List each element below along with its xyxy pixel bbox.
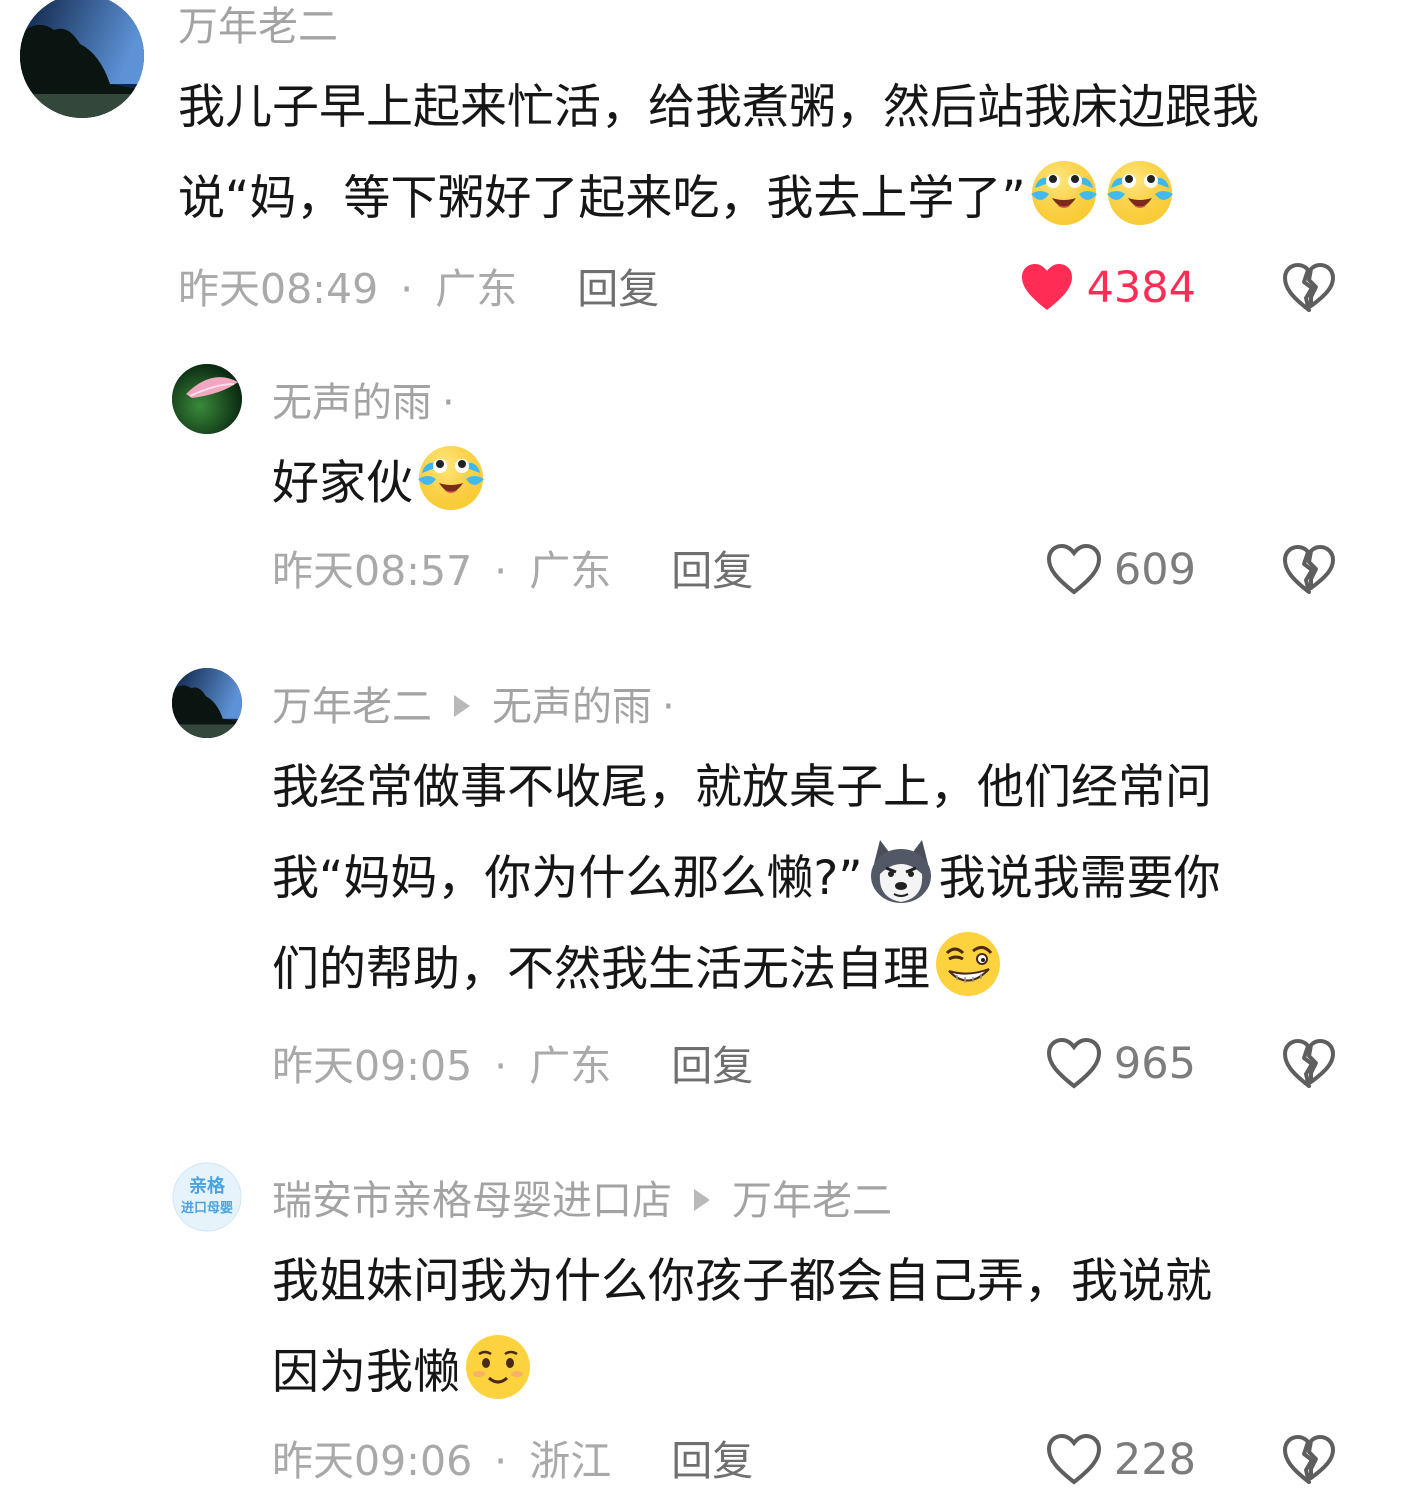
author-dot: · <box>442 380 455 426</box>
like-button[interactable]: 4384 <box>1019 260 1196 316</box>
location: 广东 <box>529 1042 612 1090</box>
comment-meta: 昨天08:57 · 广东 回复 <box>272 546 753 596</box>
reply-button[interactable]: 回复 <box>671 1042 753 1090</box>
meta-separator: · <box>494 547 508 595</box>
broken-heart-icon <box>1282 1434 1336 1486</box>
crying-laughing-emoji <box>414 439 488 513</box>
meta-separator: · <box>400 265 414 313</box>
avatar[interactable]: 亲格 进口母婴 <box>172 1162 242 1232</box>
reply-arrow-icon <box>694 1189 710 1211</box>
timestamp: 昨天09:05 <box>272 1042 473 1090</box>
smirk-emoji <box>931 925 1005 999</box>
reply-button[interactable]: 回复 <box>671 1437 753 1485</box>
timestamp: 昨天08:57 <box>272 547 473 595</box>
crying-laughing-emoji <box>1103 154 1177 228</box>
location: 广东 <box>529 547 612 595</box>
svg-text:亲格: 亲格 <box>189 1175 226 1197</box>
broken-heart-icon <box>1282 544 1336 596</box>
timestamp: 昨天09:06 <box>272 1437 473 1485</box>
meta-separator: · <box>494 1437 508 1485</box>
heart-outline-icon <box>1046 1038 1102 1090</box>
avatar[interactable] <box>20 0 144 118</box>
text-line: 好家伙 <box>272 438 489 529</box>
text-line: 们的帮助，不然我生活无法自理 <box>272 924 1221 1015</box>
heart-outline-icon <box>1046 544 1102 596</box>
author-name[interactable]: 万年老二 <box>178 4 338 50</box>
comment-text: 我经常做事不收尾，就放桌子上，他们经常问 我“妈妈，你为什么那么懒?” 我说我需要… <box>272 742 1221 1015</box>
text-line: 说“妈，等下粥好了起来吃，我去上学了” <box>178 153 1259 244</box>
comment-text: 好家伙 <box>272 438 489 529</box>
comment-text: 我儿子早上起来忙活，给我煮粥，然后站我床边跟我 说“妈，等下粥好了起来吃，我去上… <box>178 62 1259 244</box>
like-count: 609 <box>1113 545 1196 595</box>
author-name[interactable]: 无声的雨 <box>272 380 432 426</box>
heart-filled-icon <box>1019 262 1075 314</box>
like-count: 965 <box>1113 1039 1196 1089</box>
location: 浙江 <box>529 1437 612 1485</box>
meta-separator: · <box>494 1042 508 1090</box>
reply-to-name[interactable]: 万年老二 <box>732 1178 892 1224</box>
like-count: 228 <box>1113 1435 1196 1485</box>
author-dot: · <box>662 684 675 730</box>
reply-to-name[interactable]: 无声的雨 <box>492 684 652 730</box>
dislike-button[interactable] <box>1282 262 1336 314</box>
dislike-button[interactable] <box>1282 1434 1336 1486</box>
reply-button[interactable]: 回复 <box>577 265 659 313</box>
husky-dog-emoji <box>864 834 938 908</box>
shy-smile-emoji <box>461 1328 535 1402</box>
like-button[interactable]: 965 <box>1046 1036 1196 1092</box>
like-button[interactable]: 228 <box>1046 1432 1196 1488</box>
like-count: 4384 <box>1086 263 1196 313</box>
text-line: 我经常做事不收尾，就放桌子上，他们经常问 <box>272 760 1212 815</box>
text-line: 我儿子早上起来忙活，给我煮粥，然后站我床边跟我 <box>178 80 1259 135</box>
text-line: 我“妈妈，你为什么那么懒?” 我说我需要你 <box>272 833 1221 924</box>
comment-meta: 昨天09:05 · 广东 回复 <box>272 1041 753 1091</box>
timestamp: 昨天08:49 <box>178 265 379 313</box>
dislike-button[interactable] <box>1282 1038 1336 1090</box>
author-line: 万年老二 无声的雨 · <box>272 682 675 732</box>
reply-arrow-icon <box>454 695 470 717</box>
comment-text: 我姐妹问我为什么你孩子都会自己弄，我说就 因为我懒 <box>272 1236 1212 1418</box>
like-button[interactable]: 609 <box>1046 542 1196 598</box>
crying-laughing-emoji <box>1027 154 1101 228</box>
text-line: 因为我懒 <box>272 1327 1212 1418</box>
author-line: 无声的雨 · <box>272 378 455 428</box>
broken-heart-icon <box>1282 1038 1336 1090</box>
author-name[interactable]: 瑞安市亲格母婴进口店 <box>272 1178 672 1224</box>
author-name[interactable]: 万年老二 <box>272 684 432 730</box>
heart-outline-icon <box>1046 1434 1102 1486</box>
comment-meta: 昨天09:06 · 浙江 回复 <box>272 1436 753 1486</box>
author-line: 瑞安市亲格母婴进口店 万年老二 <box>272 1176 892 1226</box>
avatar[interactable] <box>172 668 242 738</box>
comment-meta: 昨天08:49 · 广东 回复 <box>178 264 659 314</box>
author-line: 万年老二 <box>178 2 338 52</box>
reply-button[interactable]: 回复 <box>671 547 753 595</box>
svg-text:进口母婴: 进口母婴 <box>181 1200 233 1216</box>
broken-heart-icon <box>1282 262 1336 314</box>
text-line: 我姐妹问我为什么你孩子都会自己弄，我说就 <box>272 1254 1212 1309</box>
dislike-button[interactable] <box>1282 544 1336 596</box>
avatar[interactable] <box>172 364 242 434</box>
location: 广东 <box>435 265 518 313</box>
